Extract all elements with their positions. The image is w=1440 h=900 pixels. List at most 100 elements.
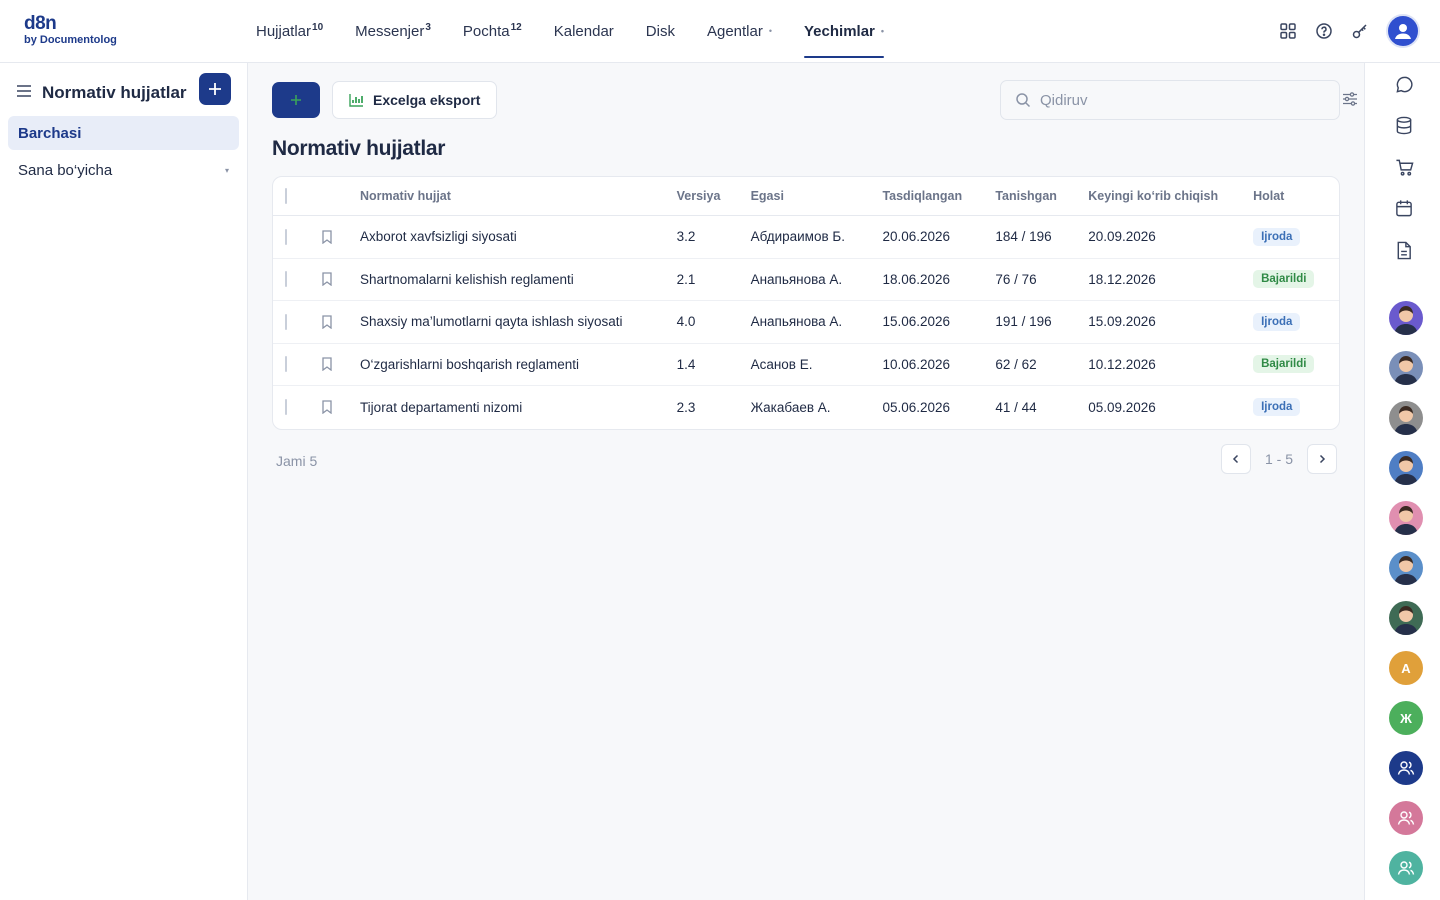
next-page-button[interactable] <box>1307 444 1337 474</box>
doc-acknowledged: 76 / 76 <box>995 271 1037 287</box>
nav-item-pochta[interactable]: Pochta 12 <box>463 0 522 62</box>
menu-icon[interactable] <box>16 84 32 103</box>
contact-avatar[interactable]: Ж <box>1389 701 1423 735</box>
help-circle-icon[interactable] <box>1312 19 1336 43</box>
contact-avatar[interactable] <box>1389 501 1423 535</box>
bookmark-icon[interactable] <box>313 230 360 244</box>
avatar-initial: Ж <box>1400 710 1412 726</box>
database-icon[interactable] <box>1393 114 1415 136</box>
doc-acknowledged: 191 / 196 <box>995 314 1052 330</box>
status-cell: Ijroda <box>1253 227 1339 246</box>
doc-acknowledged: 41 / 44 <box>995 399 1037 415</box>
select-all-checkbox[interactable] <box>273 188 313 204</box>
contact-avatar[interactable] <box>1389 801 1423 835</box>
calendar-icon[interactable] <box>1393 197 1415 219</box>
column-header[interactable]: Holat <box>1253 189 1339 203</box>
status-cell: Bajarildi <box>1253 355 1339 374</box>
sidebar-header: Normativ hujjatlar <box>16 73 232 109</box>
sidebar-item-all[interactable]: Barchasi <box>8 116 239 150</box>
row-checkbox[interactable] <box>273 399 313 416</box>
bookmark-icon[interactable] <box>313 272 360 287</box>
nav-item-yechimlar[interactable]: Yechimlar • <box>804 0 885 62</box>
table-row[interactable]: Shaxsiy ma’lumotlarni qayta ishlash siyo… <box>273 301 1339 344</box>
documents-table: Normativ hujjat Versiya Egasi Tasdiqlang… <box>272 176 1340 430</box>
page-title: Normativ hujjatlar <box>272 137 446 160</box>
search-input[interactable] <box>1040 91 1320 109</box>
prev-page-button[interactable] <box>1221 444 1251 474</box>
cart-icon[interactable] <box>1393 156 1415 178</box>
bookmark-icon[interactable] <box>313 400 360 415</box>
chat-icon[interactable] <box>1393 73 1415 95</box>
contact-avatar[interactable] <box>1389 301 1423 335</box>
person-photo-icon <box>1394 606 1418 635</box>
doc-next-review: 20.09.2026 <box>1088 229 1156 245</box>
sidebar-add-button[interactable] <box>199 73 231 105</box>
bookmark-icon[interactable] <box>313 315 360 329</box>
contact-avatar[interactable]: A <box>1389 651 1423 685</box>
contact-avatar[interactable] <box>1389 551 1423 585</box>
doc-name: Shaxsiy ma’lumotlarni qayta ishlash siyo… <box>359 314 623 330</box>
bookmark-icon[interactable] <box>313 357 360 372</box>
nav-item-kalendar[interactable]: Kalendar <box>554 0 614 62</box>
nav-count-badge: 10 <box>312 21 324 33</box>
column-header[interactable]: Tanishgan <box>995 189 1088 203</box>
nav-item-disk[interactable]: Disk <box>646 0 675 62</box>
document-icon[interactable] <box>1393 239 1415 261</box>
row-checkbox[interactable] <box>273 228 313 245</box>
contact-avatar[interactable] <box>1389 751 1423 785</box>
column-header[interactable]: Keyingi ko‘rib chiqish <box>1088 189 1253 203</box>
column-header[interactable]: Egasi <box>751 189 883 203</box>
doc-approved-date: 20.06.2026 <box>882 229 951 245</box>
table-row[interactable]: Shartnomalarni kelishish reglamenti 2.1 Ан… <box>273 259 1339 301</box>
contact-avatar[interactable] <box>1389 601 1423 635</box>
column-header[interactable]: Normativ hujjat <box>360 189 677 203</box>
status-cell: Ijroda <box>1253 312 1339 331</box>
contact-avatar[interactable] <box>1389 451 1423 485</box>
apps-grid-icon[interactable] <box>1276 19 1300 43</box>
logo[interactable]: d8n by Documentolog <box>24 14 117 47</box>
table-header: Normativ hujjat Versiya Egasi Tasdiqlang… <box>273 177 1339 216</box>
table-row[interactable]: Tijorat departamenti nizomi 2.3 Жакабаев А… <box>273 386 1339 429</box>
doc-approved-date: 15.06.2026 <box>882 314 951 330</box>
key-icon[interactable] <box>1348 19 1372 43</box>
add-document-button[interactable] <box>272 82 320 118</box>
logo-subtitle: by Documentolog <box>24 34 117 46</box>
contact-avatar[interactable] <box>1389 351 1423 385</box>
nav-item-hujjatlar[interactable]: Hujjatlar 10 <box>256 0 323 62</box>
sidebar-item-by-date[interactable]: Sana bo‘yicha ▾ <box>8 153 239 187</box>
nav-item-label: Messenjer <box>355 22 425 40</box>
nav-count-badge: 3 <box>425 21 431 33</box>
doc-name: Tijorat departamenti nizomi <box>359 399 523 415</box>
page-range: 1 - 5 <box>1264 451 1293 467</box>
nav-item-label: Kalendar <box>553 22 614 40</box>
user-icon <box>1397 861 1415 875</box>
row-checkbox[interactable] <box>273 356 313 373</box>
contact-avatar[interactable] <box>1389 401 1423 435</box>
user-avatar-icon[interactable] <box>1386 14 1420 48</box>
doc-version: 1.4 <box>676 356 696 372</box>
table-row[interactable]: O‘zgarishlarni boshqarish reglamenti 1.4 А… <box>273 344 1339 386</box>
filter-settings-icon[interactable] <box>1342 91 1358 107</box>
status-cell: Ijroda <box>1253 398 1339 417</box>
column-header[interactable]: Versiya <box>677 189 751 203</box>
column-header[interactable]: Tasdiqlangan <box>882 189 995 203</box>
sidebar: Normativ hujjatlar Barchasi Sana bo‘yich… <box>0 63 248 900</box>
doc-owner: Абдираимов Б. <box>750 229 845 245</box>
person-photo-icon <box>1394 456 1418 485</box>
contact-avatar[interactable] <box>1389 851 1423 885</box>
nav-item-messenjer[interactable]: Messenjer 3 <box>355 0 431 62</box>
dropdown-dot-icon: • <box>880 26 885 36</box>
row-checkbox[interactable] <box>273 313 313 330</box>
table-row[interactable]: Axborot xavfsizligi siyosati 3.2 Абдираимо… <box>273 216 1339 259</box>
status-cell: Bajarildi <box>1253 270 1339 289</box>
table-body: Axborot xavfsizligi siyosati 3.2 Абдираимо… <box>273 216 1339 429</box>
doc-owner: Анапьянова А. <box>750 314 843 330</box>
sidebar-title: Normativ hujjatlar <box>42 83 187 102</box>
user-icon <box>1397 761 1415 775</box>
nav-item-agentlar[interactable]: Agentlar • <box>707 0 772 62</box>
export-excel-button[interactable]: Excelga eksport <box>332 81 498 119</box>
person-photo-icon <box>1394 306 1418 335</box>
doc-acknowledged: 62 / 62 <box>995 356 1037 372</box>
total-count: Jami 5 <box>276 453 318 469</box>
row-checkbox[interactable] <box>273 271 313 288</box>
